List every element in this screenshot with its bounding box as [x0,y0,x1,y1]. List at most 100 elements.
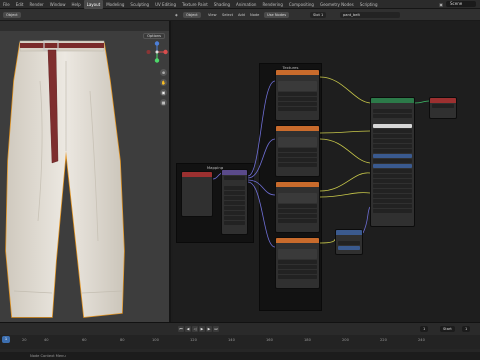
node-row[interactable] [373,154,412,158]
node-row[interactable] [224,216,245,220]
node-row[interactable] [278,219,317,223]
node-row[interactable] [338,241,360,245]
node-row[interactable] [373,114,412,118]
node-row[interactable] [278,97,317,101]
node-row[interactable] [278,92,317,96]
node-row[interactable] [278,209,317,213]
node-row[interactable] [224,201,245,205]
principled-bsdf-node[interactable] [370,97,415,227]
node-row[interactable] [224,206,245,210]
node-header[interactable] [276,238,319,243]
node-row[interactable] [373,194,412,198]
node-row[interactable] [373,169,412,173]
node-row[interactable] [278,265,317,269]
menu-add[interactable]: Add [238,12,245,18]
node-header[interactable] [336,230,362,235]
node-row[interactable] [278,102,317,106]
start-frame-field[interactable]: 1 [462,326,471,332]
current-frame-field[interactable]: 1 [420,326,429,332]
node-row[interactable] [224,191,245,195]
image-texture-node-2[interactable] [275,125,320,177]
node-row[interactable] [373,189,412,193]
menu-edit[interactable]: Edit [13,0,27,9]
node-row[interactable] [373,204,412,208]
tab-animation[interactable]: Animation [233,0,259,9]
material-output-node[interactable] [429,97,457,119]
tab-sculpting[interactable]: Sculpting [127,0,152,9]
tab-scripting[interactable]: Scripting [357,0,381,9]
playhead[interactable]: 1 [2,336,10,343]
texture-thumbnail[interactable] [278,249,317,259]
node-row[interactable] [224,196,245,200]
node-row[interactable] [338,246,360,250]
use-nodes-toggle[interactable]: Use Nodes [264,12,290,18]
node-tree-type-icon[interactable]: ◈ [175,12,178,18]
node-row[interactable] [373,129,412,133]
node-row[interactable] [278,153,317,157]
texture-thumbnail[interactable] [278,81,317,91]
play-reverse-icon[interactable]: ◁ [192,326,198,332]
node-row[interactable] [278,163,317,167]
texture-thumbnail[interactable] [278,137,317,147]
texture-thumbnail[interactable] [278,193,317,203]
texture-coordinate-node[interactable] [181,171,213,217]
node-row[interactable] [278,260,317,264]
node-row[interactable] [278,204,317,208]
menu-select[interactable]: Select [222,12,233,18]
normal-map-node[interactable] [335,229,363,255]
node-row[interactable] [373,144,412,148]
node-header[interactable] [430,98,456,103]
node-header[interactable] [276,70,319,75]
menu-render[interactable]: Render [26,0,46,9]
node-row[interactable] [373,209,412,213]
node-header[interactable] [276,182,319,187]
timeline-ruler[interactable]: 1 20 40 60 80 100 120 140 160 180 200 22… [0,335,480,349]
node-row[interactable] [373,199,412,203]
node-row[interactable] [224,221,245,225]
node-header[interactable] [371,98,414,103]
node-row[interactable] [373,184,412,188]
tab-geometry-nodes[interactable]: Geometry Nodes [317,0,357,9]
shader-node-editor[interactable]: Textures Mapping [173,21,480,322]
tab-rendering[interactable]: Rendering [259,0,285,9]
node-row[interactable] [373,149,412,153]
tab-layout[interactable]: Layout [83,0,104,9]
node-row[interactable] [373,134,412,138]
tab-compositing[interactable]: Compositing [286,0,317,9]
node-row[interactable] [373,139,412,143]
node-row[interactable] [373,174,412,178]
image-texture-node-1[interactable] [275,69,320,121]
node-row[interactable] [432,104,454,108]
node-row[interactable] [278,148,317,152]
menu-file[interactable]: File [0,0,13,9]
tab-uv-editing[interactable]: UV Editing [152,0,179,9]
node-row[interactable] [224,176,245,180]
jump-start-icon[interactable]: ⏮ [178,326,184,332]
node-row[interactable] [373,159,412,163]
node-row[interactable] [373,179,412,183]
menu-window[interactable]: Window [47,0,69,9]
image-texture-node-3[interactable] [275,181,320,233]
node-row[interactable] [278,270,317,274]
node-row[interactable] [373,109,412,113]
tab-modeling[interactable]: Modeling [103,0,127,9]
prev-keyframe-icon[interactable]: ◀ [185,326,191,332]
tab-shading[interactable]: Shading [211,0,233,9]
node-row[interactable] [278,107,317,111]
jump-end-icon[interactable]: ⏭ [213,326,219,332]
play-icon[interactable]: ▶ [199,326,205,332]
image-texture-node-4[interactable] [275,237,320,289]
scene-field[interactable]: Scene [446,1,476,7]
node-row[interactable] [278,214,317,218]
node-row[interactable] [224,186,245,190]
node-row[interactable] [278,275,317,279]
node-header[interactable] [182,172,212,177]
mapping-node[interactable] [221,169,248,235]
node-row[interactable] [278,158,317,162]
material-selector[interactable]: pant_belt [340,12,400,18]
tab-texture-paint[interactable]: Texture Paint [179,0,211,9]
node-header[interactable] [222,170,247,175]
node-row[interactable] [373,124,412,128]
slot-dropdown[interactable]: Slot 1 [310,12,327,18]
node-row[interactable] [373,164,412,168]
